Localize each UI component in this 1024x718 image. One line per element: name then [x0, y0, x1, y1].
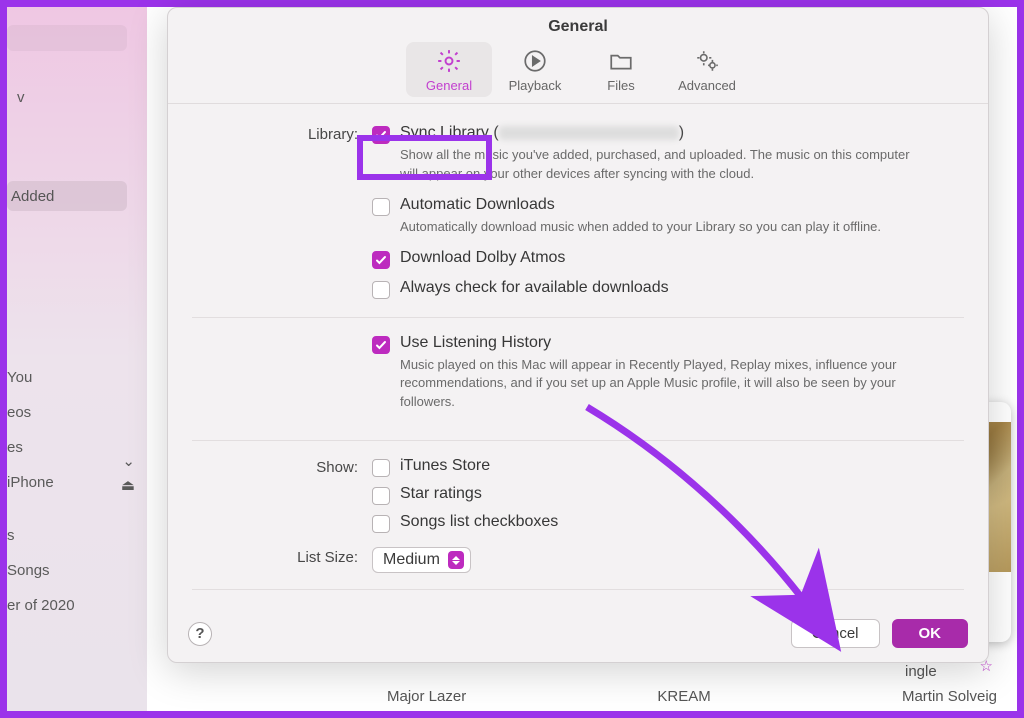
- sidebar-item[interactable]: s: [7, 527, 147, 544]
- chevron-down-icon[interactable]: ⌄: [122, 452, 135, 470]
- checkbox-box[interactable]: [372, 515, 390, 533]
- checkbox-box[interactable]: [372, 251, 390, 269]
- preferences-window: General General Playback Files Advanced: [167, 7, 989, 663]
- checkbox-box[interactable]: [372, 126, 390, 144]
- checkbox-box[interactable]: [372, 487, 390, 505]
- folder-icon: [608, 48, 634, 74]
- tab-general[interactable]: General: [406, 42, 492, 97]
- tab-files[interactable]: Files: [578, 42, 664, 97]
- list-size-select[interactable]: Medium: [372, 547, 471, 573]
- checkbox-always-check[interactable]: Always check for available downloads: [372, 279, 964, 299]
- tab-playback[interactable]: Playback: [492, 42, 578, 97]
- gear-icon: [436, 48, 462, 74]
- window-title: General: [168, 8, 988, 42]
- sidebar-item[interactable]: eos: [7, 404, 147, 421]
- checkbox-star-ratings[interactable]: Star ratings: [372, 485, 964, 505]
- checkbox-box[interactable]: [372, 459, 390, 477]
- desc-listening-history: Music played on this Mac will appear in …: [400, 356, 920, 413]
- sidebar-item[interactable]: You: [7, 369, 147, 386]
- checkbox-box[interactable]: [372, 336, 390, 354]
- section-label-library: Library:: [192, 124, 372, 143]
- eject-icon[interactable]: ⏏: [121, 476, 135, 494]
- select-arrows-icon: [448, 551, 464, 569]
- checkbox-itunes-store[interactable]: iTunes Store: [372, 457, 964, 477]
- desc-auto-downloads: Automatically download music when added …: [400, 218, 920, 237]
- checkbox-auto-downloads[interactable]: Automatic Downloads: [372, 196, 964, 216]
- sidebar-item[interactable]: iPhone ⌄ ⏏: [7, 474, 147, 491]
- ok-button[interactable]: OK: [892, 619, 969, 648]
- desc-sync-library: Show all the music you've added, purchas…: [400, 146, 920, 184]
- gears-icon: [694, 48, 720, 74]
- checkbox-box[interactable]: [372, 281, 390, 299]
- sidebar-item[interactable]: Songs: [7, 562, 147, 579]
- help-button[interactable]: ?: [188, 622, 212, 646]
- section-label-listsize: List Size:: [192, 547, 372, 566]
- tab-bar: General Playback Files Advanced: [168, 42, 988, 104]
- tab-advanced[interactable]: Advanced: [664, 42, 750, 97]
- checkbox-dolby[interactable]: Download Dolby Atmos: [372, 249, 964, 269]
- section-label-show: Show:: [192, 457, 372, 476]
- checkbox-songs-list[interactable]: Songs list checkboxes: [372, 513, 964, 533]
- checkbox-sync-library[interactable]: Sync Library (): [372, 124, 964, 144]
- checkbox-listening-history[interactable]: Use Listening History: [372, 334, 964, 354]
- play-icon: [522, 48, 548, 74]
- cancel-button[interactable]: Cancel: [791, 619, 880, 648]
- checkbox-box[interactable]: [372, 198, 390, 216]
- background-sidebar: v Added You eos es iPhone ⌄ ⏏ s Songs er…: [7, 7, 147, 711]
- sidebar-pill-added[interactable]: Added: [7, 181, 127, 211]
- artist-row: Major Lazer KREAM Martin Solveig: [387, 688, 997, 705]
- sidebar-item[interactable]: er of 2020: [7, 597, 147, 614]
